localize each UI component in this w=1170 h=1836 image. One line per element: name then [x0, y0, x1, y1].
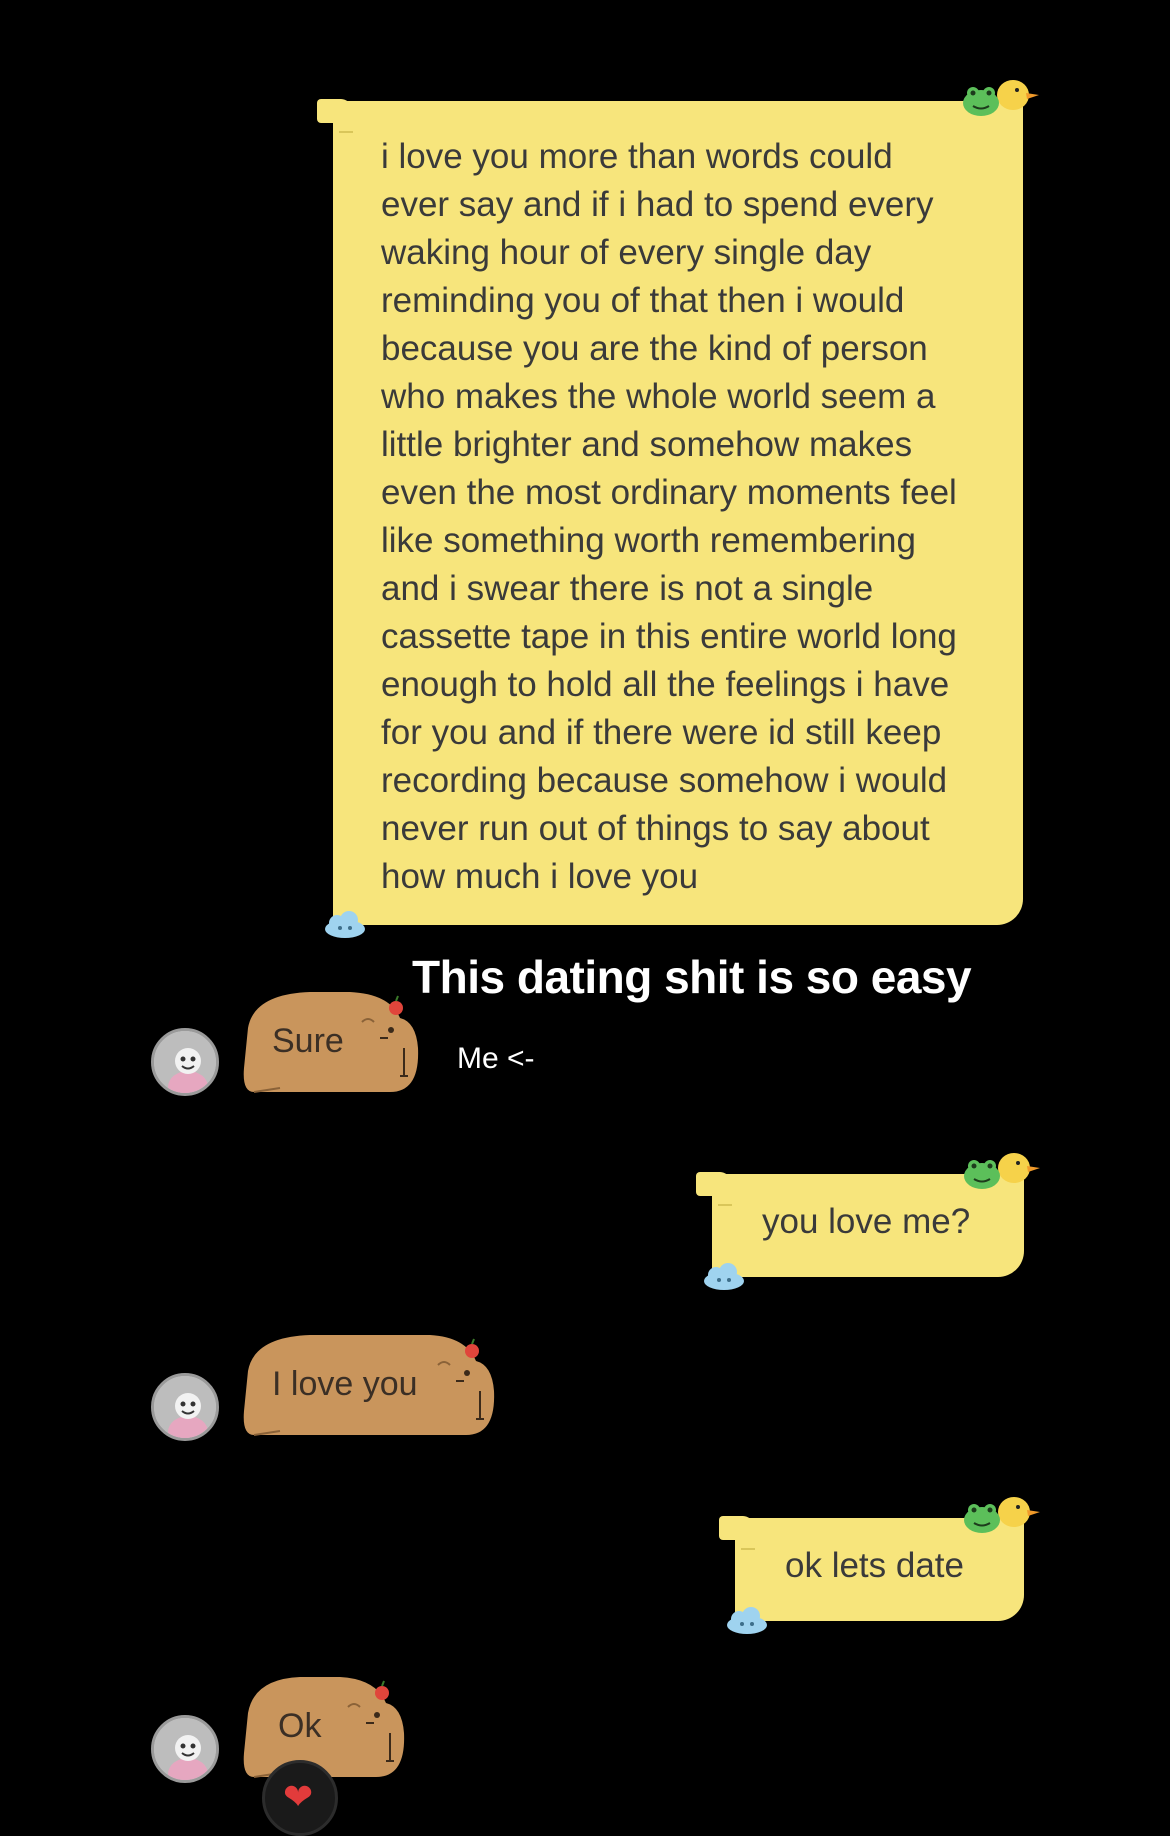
outgoing-message-bubble[interactable]: you love me?: [696, 1153, 1040, 1290]
chat-thread: i love you more than words could ever sa…: [0, 0, 1170, 1836]
bubble-tab-decoration: [696, 1172, 730, 1196]
overlay-caption: This dating shit is so easy: [412, 951, 972, 1003]
frog-duck-sticker-icon: [964, 1153, 1040, 1189]
bubble-tab-decoration: [719, 1516, 753, 1540]
message-text: I love you: [272, 1365, 418, 1403]
frog-duck-sticker-icon: [963, 80, 1039, 116]
message-text: ok lets date: [785, 1546, 964, 1585]
cloud-sticker-icon: [325, 911, 365, 938]
avatar[interactable]: [151, 1715, 219, 1783]
message-text: Sure: [272, 1022, 344, 1060]
bubble-tab-decoration: [317, 99, 351, 123]
outgoing-message-bubble[interactable]: ok lets date: [719, 1497, 1040, 1634]
cloud-sticker-icon: [727, 1607, 767, 1634]
message-text: i love you more than words could ever sa…: [381, 137, 957, 896]
overlay-pointer-caption: Me <-: [457, 1042, 535, 1075]
avatar-image-icon: [154, 1718, 216, 1780]
avatar-image-icon: [154, 1376, 216, 1438]
avatar-image-icon: [154, 1031, 216, 1093]
capybara-bubble-icon: [243, 1677, 405, 1778]
heart-reaction[interactable]: ❤: [262, 1760, 338, 1836]
cloud-sticker-icon: [704, 1263, 744, 1290]
incoming-message-bubble[interactable]: Ok: [240, 1673, 406, 1781]
heart-icon: ❤: [283, 1776, 314, 1817]
message-text: Ok: [278, 1707, 322, 1745]
avatar[interactable]: [151, 1373, 219, 1441]
frog-duck-sticker-icon: [964, 1497, 1040, 1533]
incoming-message-bubble[interactable]: Sure: [240, 988, 420, 1096]
outgoing-message-bubble[interactable]: i love you more than words could ever sa…: [317, 80, 1039, 938]
bubble-dash-decoration: [718, 1204, 732, 1206]
avatar[interactable]: [151, 1028, 219, 1096]
incoming-message-bubble[interactable]: I love you: [240, 1331, 496, 1439]
bubble-dash-decoration: [741, 1548, 755, 1550]
bubble-dash-decoration: [339, 131, 353, 133]
message-text: you love me?: [762, 1202, 971, 1241]
